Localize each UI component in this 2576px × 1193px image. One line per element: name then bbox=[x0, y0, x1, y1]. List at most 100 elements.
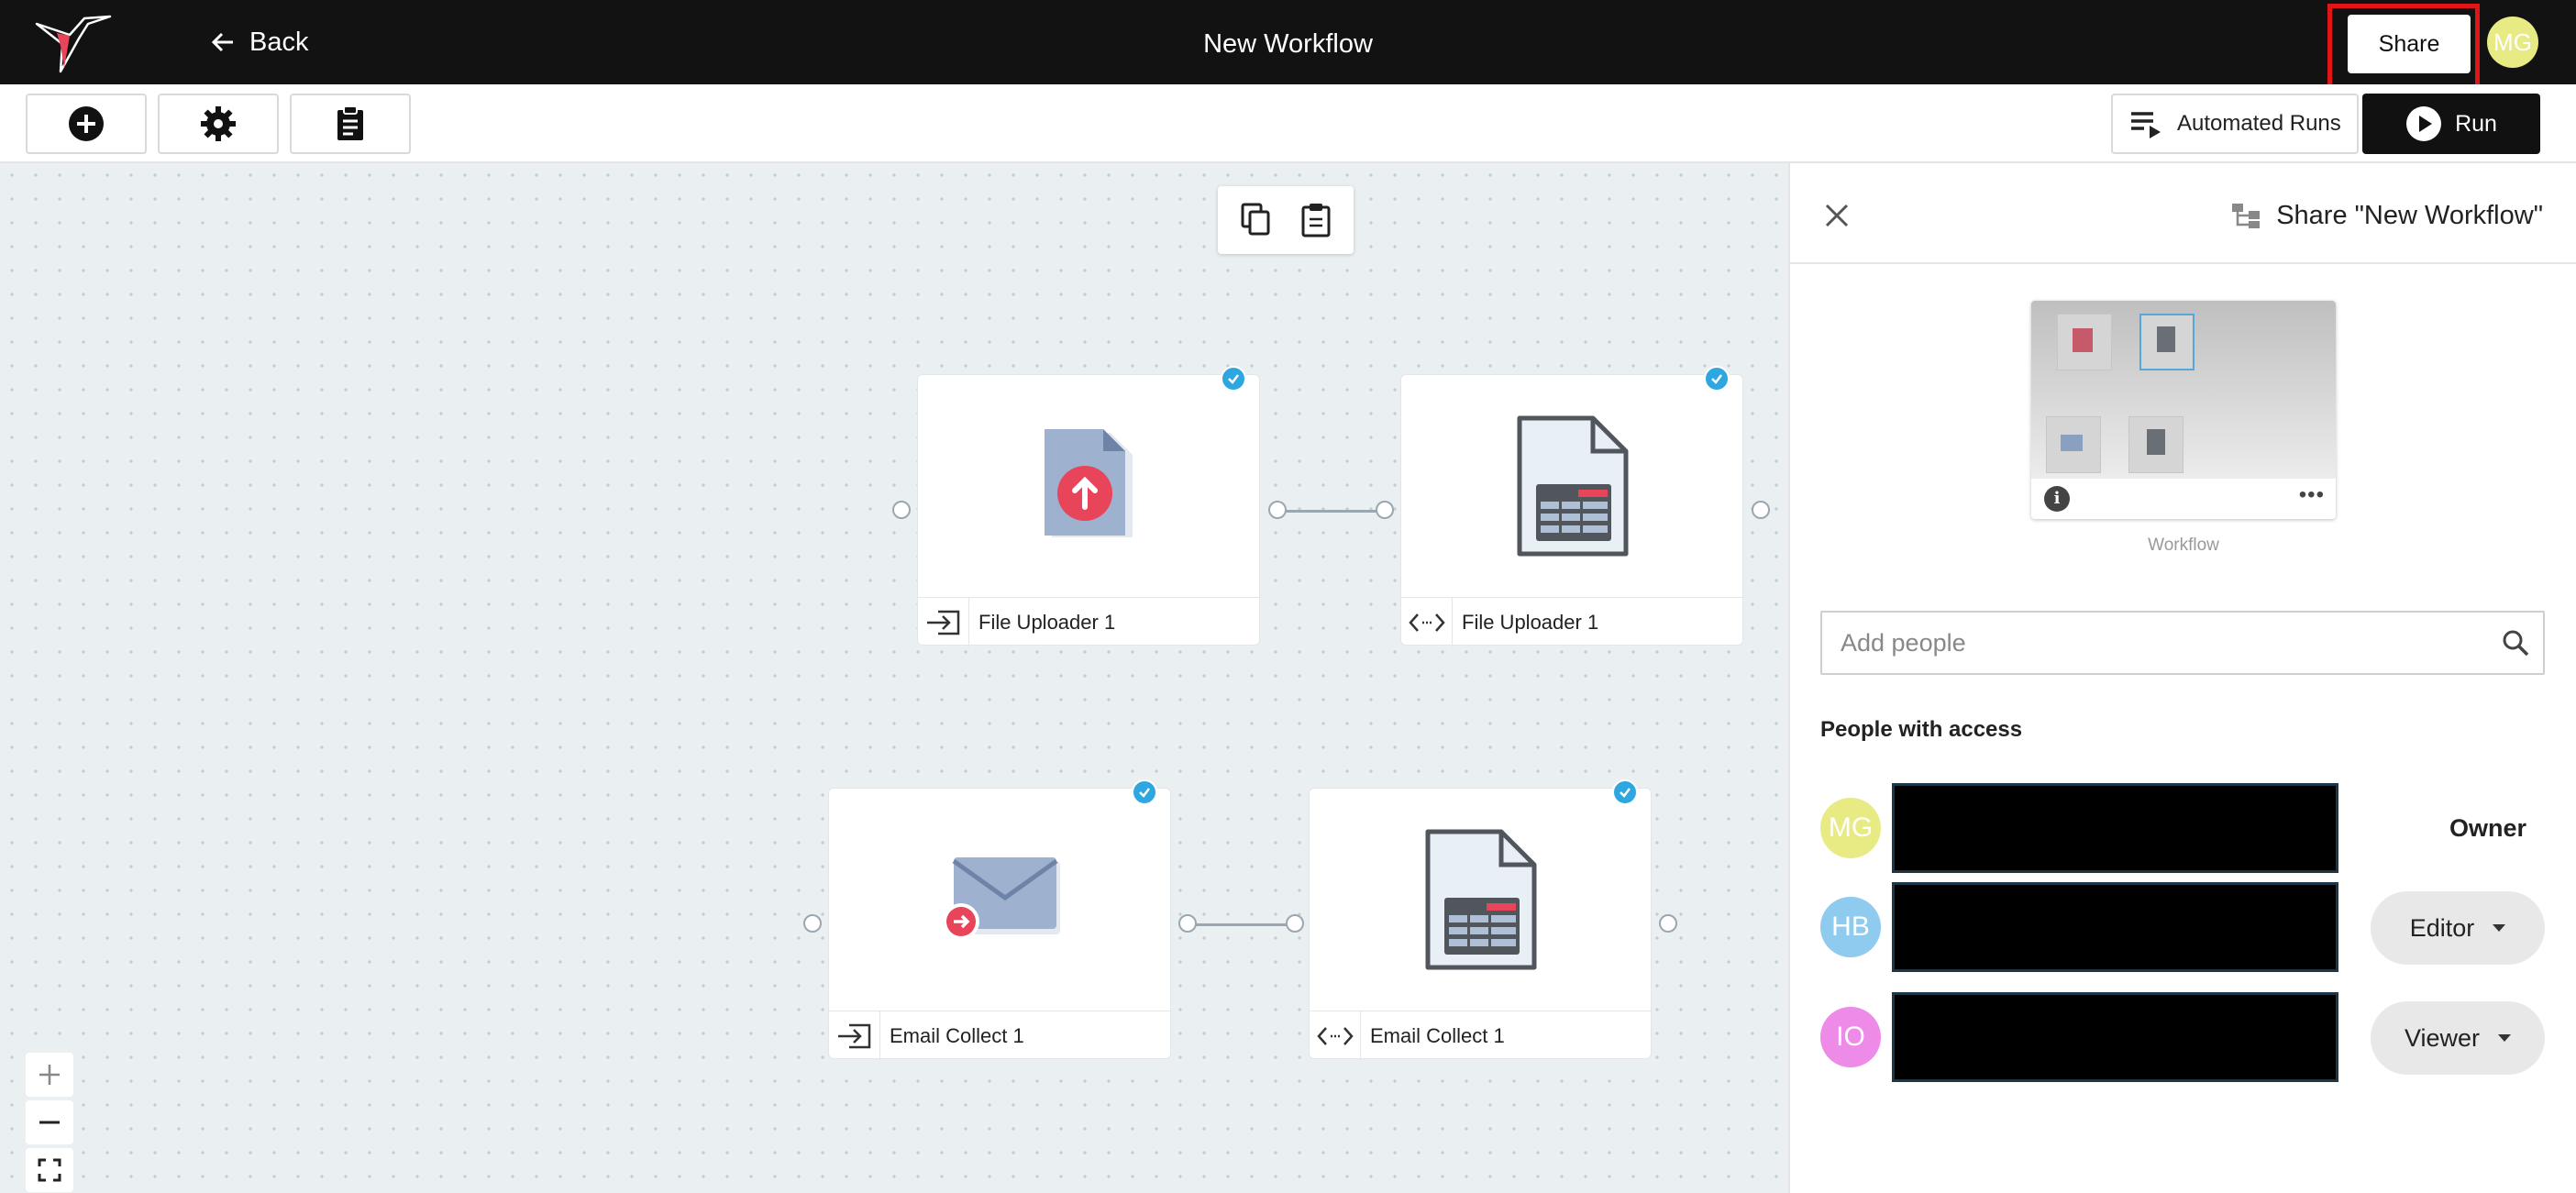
workflow-node-file-uploader[interactable]: File Uploader 1 bbox=[917, 366, 1261, 647]
email-collect-icon bbox=[943, 857, 1060, 940]
input-arrow-icon bbox=[829, 1011, 880, 1061]
share-button[interactable]: Share bbox=[2348, 15, 2471, 73]
paste-button[interactable] bbox=[1297, 201, 1335, 239]
avatar: MG bbox=[1820, 798, 1881, 858]
share-panel-title: Share "New Workflow" bbox=[2230, 196, 2543, 235]
share-panel: Share "New Workflow" i ••• Workflow Peop… bbox=[1788, 163, 2576, 1193]
connector-wire bbox=[1277, 510, 1386, 513]
search-icon[interactable] bbox=[2488, 615, 2543, 670]
info-icon[interactable]: i bbox=[2044, 486, 2070, 512]
node-label: Email Collect 1 bbox=[890, 1023, 1024, 1047]
connector-wire bbox=[1188, 923, 1296, 926]
node-footer: Email Collect 1 bbox=[829, 1011, 1172, 1061]
node-port[interactable] bbox=[1376, 501, 1394, 519]
zoom-controls bbox=[26, 1053, 73, 1193]
workflow-node-email-collect-transform[interactable]: Email Collect 1 bbox=[1309, 779, 1653, 1061]
workflow-node-file-uploader-transform[interactable]: File Uploader 1 bbox=[1400, 366, 1744, 647]
close-button[interactable] bbox=[1818, 196, 1856, 235]
back-label: Back bbox=[249, 27, 309, 57]
workflow-preview-card[interactable]: i ••• bbox=[2031, 301, 2336, 519]
workflow-thumbnail bbox=[2031, 301, 2336, 479]
code-transform-icon bbox=[1310, 1011, 1361, 1061]
fit-screen-button[interactable] bbox=[26, 1148, 73, 1192]
back-button[interactable]: Back bbox=[209, 18, 308, 66]
checkmark-icon bbox=[1612, 779, 1638, 805]
more-options-icon[interactable]: ••• bbox=[2299, 482, 2325, 508]
node-port[interactable] bbox=[892, 501, 911, 519]
avatar: HB bbox=[1820, 897, 1881, 957]
add-people-field bbox=[1820, 611, 2545, 675]
workflow-tree-icon bbox=[2232, 204, 2261, 228]
node-port[interactable] bbox=[1752, 501, 1770, 519]
node-footer: File Uploader 1 bbox=[1401, 597, 1744, 647]
node-port[interactable] bbox=[1659, 914, 1677, 933]
divider bbox=[1790, 262, 2576, 264]
input-arrow-icon bbox=[918, 597, 969, 647]
fullscreen-icon bbox=[38, 1158, 61, 1182]
caret-down-icon bbox=[2493, 924, 2506, 932]
checkmark-icon bbox=[1132, 779, 1157, 805]
node-label: File Uploader 1 bbox=[1462, 610, 1599, 634]
workflow-node-email-collect[interactable]: Email Collect 1 bbox=[828, 779, 1172, 1061]
spreadsheet-document-icon bbox=[1517, 415, 1629, 557]
user-avatar[interactable]: MG bbox=[2487, 17, 2538, 68]
plus-circle-icon bbox=[69, 106, 104, 141]
workflow-canvas[interactable]: File Uploader 1 File Uploader 1 Email Co… bbox=[0, 163, 1788, 1193]
code-transform-icon bbox=[1401, 597, 1453, 647]
paste-icon bbox=[1301, 204, 1331, 237]
file-upload-icon bbox=[1045, 429, 1133, 537]
copy-paste-toolbar bbox=[1218, 186, 1354, 254]
role-label: Editor bbox=[2409, 913, 2475, 942]
zoom-in-button[interactable] bbox=[26, 1053, 73, 1097]
node-graphic bbox=[1310, 789, 1653, 1011]
toolbar: Automated Runs Run bbox=[0, 84, 2576, 163]
role-dropdown-editor[interactable]: Editor bbox=[2371, 891, 2545, 965]
arrow-left-icon bbox=[211, 32, 233, 52]
owner-role-label: Owner bbox=[2449, 814, 2526, 842]
clipboard-icon bbox=[337, 105, 363, 140]
preview-footer: i ••• bbox=[2031, 479, 2336, 519]
role-label: Viewer bbox=[2404, 1023, 2481, 1052]
node-footer: Email Collect 1 bbox=[1310, 1011, 1653, 1061]
minus-icon bbox=[39, 1121, 60, 1124]
plus-icon bbox=[39, 1065, 60, 1085]
settings-button[interactable] bbox=[158, 94, 279, 154]
zoom-out-button[interactable] bbox=[26, 1100, 73, 1144]
hummingbird-logo-icon[interactable] bbox=[33, 11, 112, 73]
checkmark-icon bbox=[1704, 366, 1730, 392]
gear-icon bbox=[201, 106, 236, 141]
node-port[interactable] bbox=[1178, 914, 1197, 933]
top-header: Back New Workflow Share MG bbox=[0, 0, 2576, 90]
close-icon bbox=[1825, 204, 1849, 227]
spreadsheet-document-icon bbox=[1425, 829, 1537, 970]
play-circle-icon bbox=[2406, 106, 2442, 141]
redacted-name bbox=[1892, 882, 2338, 972]
add-node-button[interactable] bbox=[26, 94, 147, 154]
workflow-title: New Workflow bbox=[1203, 29, 1373, 59]
run-button[interactable]: Run bbox=[2362, 94, 2540, 154]
people-with-access-heading: People with access bbox=[1820, 717, 2023, 742]
copy-icon bbox=[1241, 203, 1270, 236]
node-port[interactable] bbox=[803, 914, 822, 933]
copy-button[interactable] bbox=[1236, 201, 1275, 239]
playlist-play-icon bbox=[2131, 112, 2161, 138]
person-row: HB Editor bbox=[1820, 882, 2545, 972]
run-label: Run bbox=[2455, 110, 2497, 137]
redacted-name bbox=[1892, 783, 2338, 873]
clipboard-button[interactable] bbox=[290, 94, 411, 154]
share-title-text: Share "New Workflow" bbox=[2276, 200, 2543, 230]
node-port[interactable] bbox=[1268, 501, 1287, 519]
node-port[interactable] bbox=[1286, 914, 1304, 933]
node-footer: File Uploader 1 bbox=[918, 597, 1261, 647]
add-people-input[interactable] bbox=[1822, 615, 2488, 670]
node-label: Email Collect 1 bbox=[1370, 1023, 1505, 1047]
automated-runs-button[interactable]: Automated Runs bbox=[2111, 94, 2359, 154]
automated-runs-label: Automated Runs bbox=[2177, 111, 2341, 136]
redacted-name bbox=[1892, 992, 2338, 1082]
checkmark-icon bbox=[1221, 366, 1246, 392]
caret-down-icon bbox=[2498, 1034, 2512, 1042]
person-row: IO Viewer bbox=[1820, 992, 2545, 1082]
node-graphic bbox=[1401, 375, 1744, 597]
person-row: MG Owner bbox=[1820, 783, 2545, 873]
role-dropdown-viewer[interactable]: Viewer bbox=[2371, 1001, 2545, 1075]
